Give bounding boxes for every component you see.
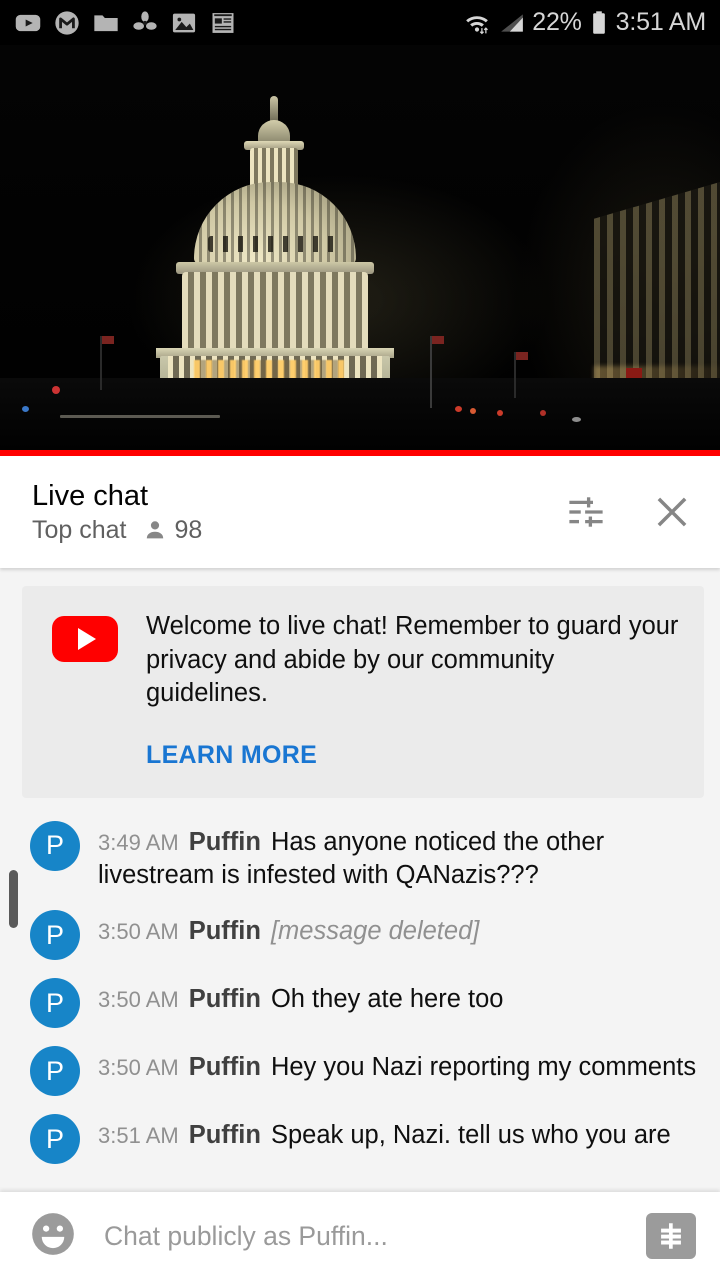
avatar[interactable]: P [30,820,80,871]
video-player[interactable] [0,45,720,456]
chat-input[interactable] [104,1220,620,1252]
flagpole-center [430,336,444,408]
chat-message-content: 3:50 AM Puffin [message deleted] [98,910,704,948]
message-author[interactable]: Puffin [189,917,261,945]
live-chat-subheader: Top chat 98 [32,515,203,544]
tune-sliders-icon [569,497,603,527]
dollar-superchat-icon [659,1223,683,1249]
news-icon [212,12,234,33]
message-text: Hey you Nazi reporting my comments [270,1053,697,1082]
clock-label: 3:51 AM [615,8,707,36]
chat-message[interactable]: P 3:50 AM Puffin [message deleted] [0,901,720,969]
chat-message-content: 3:49 AM Puffin Has anyone noticed the othe… [98,821,704,892]
welcome-message: Welcome to live chat! Remember to guard … [146,612,679,708]
flagpole-right [514,352,528,398]
chat-message-content: 3:50 AM Puffin Oh they ate here too [98,978,704,1016]
battery-percent-label: 22% [532,8,582,36]
city-light [470,408,476,414]
live-chat-header: Live chat Top chat 98 [0,456,720,568]
status-bar-system: 22% 3:51 AM [462,9,706,37]
chat-message[interactable]: P 3:49 AM Puffin Has anyone noticed the ot… [0,812,720,901]
avatar[interactable]: P [30,1114,80,1165]
chat-message-content: 3:51 AM Puffin Speak up, Nazi. tell us who… [98,1114,704,1152]
chat-settings-button[interactable] [564,490,608,534]
city-light [455,406,462,412]
chat-message[interactable]: P 3:51 AM Puffin Speak up, Nazi. tell us w… [0,1105,720,1173]
gmail-icon [55,10,79,35]
emoji-smiley-icon [32,1212,74,1255]
message-timestamp: 3:50 AM [98,987,179,1013]
emoji-picker-button[interactable] [28,1209,78,1264]
message-timestamp: 3:49 AM [98,829,179,855]
live-chat-header-text: Live chat Top chat 98 [32,479,203,544]
wifi-data-icon [466,15,489,34]
flagpole-left [100,336,114,390]
city-light [52,386,60,394]
status-bar-notifications [14,9,237,37]
chat-message-list: P 3:49 AM Puffin Has anyone noticed the ot… [0,798,720,1173]
live-chat-header-actions [564,490,694,534]
avatar[interactable]: P [30,1046,80,1097]
message-text-deleted: [message deleted] [270,917,480,946]
city-light [572,417,581,422]
chat-message[interactable]: P 3:50 AM Puffin Oh they ate here too [0,969,720,1037]
message-text: Oh they ate here too [270,985,504,1014]
avatar[interactable]: P [30,978,80,1029]
person-icon [146,521,163,539]
message-author[interactable]: Puffin [189,1053,261,1081]
page-title: Live chat [32,479,149,512]
pinwheel-icon [133,10,157,30]
avatar[interactable]: P [30,910,80,961]
message-author[interactable]: Puffin [189,1121,261,1149]
chat-input-bar [0,1192,720,1280]
photos-icon [172,13,196,32]
cell-signal-icon [501,13,524,32]
chat-mode-selector[interactable]: Top chat [32,517,127,543]
chat-scrollbar-thumb[interactable] [9,870,18,928]
super-chat-button[interactable] [646,1213,696,1259]
viewer-count-label: 98 [174,515,203,544]
welcome-banner-content: Welcome to live chat! Remember to guard … [146,610,682,770]
folder-icon [94,14,118,31]
message-author[interactable]: Puffin [189,828,261,856]
welcome-banner: Welcome to live chat! Remember to guard … [22,586,704,798]
live-chat-body[interactable]: Welcome to live chat! Remember to guard … [0,568,720,1192]
youtube-icon [15,14,41,31]
viewer-count-group: 98 [143,515,203,544]
message-author[interactable]: Puffin [189,985,261,1013]
close-chat-button[interactable] [650,490,694,534]
city-light [540,410,546,416]
learn-more-link[interactable]: LEARN MORE [146,741,317,770]
city-light [497,410,503,416]
battery-icon [592,10,605,34]
close-x-icon [657,497,687,527]
city-light [60,415,220,418]
city-light [22,406,29,412]
message-timestamp: 3:50 AM [98,1055,179,1081]
message-timestamp: 3:51 AM [98,1123,179,1149]
message-timestamp: 3:50 AM [98,919,179,945]
chat-message-content: 3:50 AM Puffin Hey you Nazi reporting my c… [98,1046,704,1084]
chat-message[interactable]: P 3:50 AM Puffin Hey you Nazi reporting my… [0,1037,720,1105]
message-text: Speak up, Nazi. tell us who you are [270,1121,671,1150]
youtube-play-logo [52,616,118,662]
status-bar: 22% 3:51 AM [0,0,720,45]
